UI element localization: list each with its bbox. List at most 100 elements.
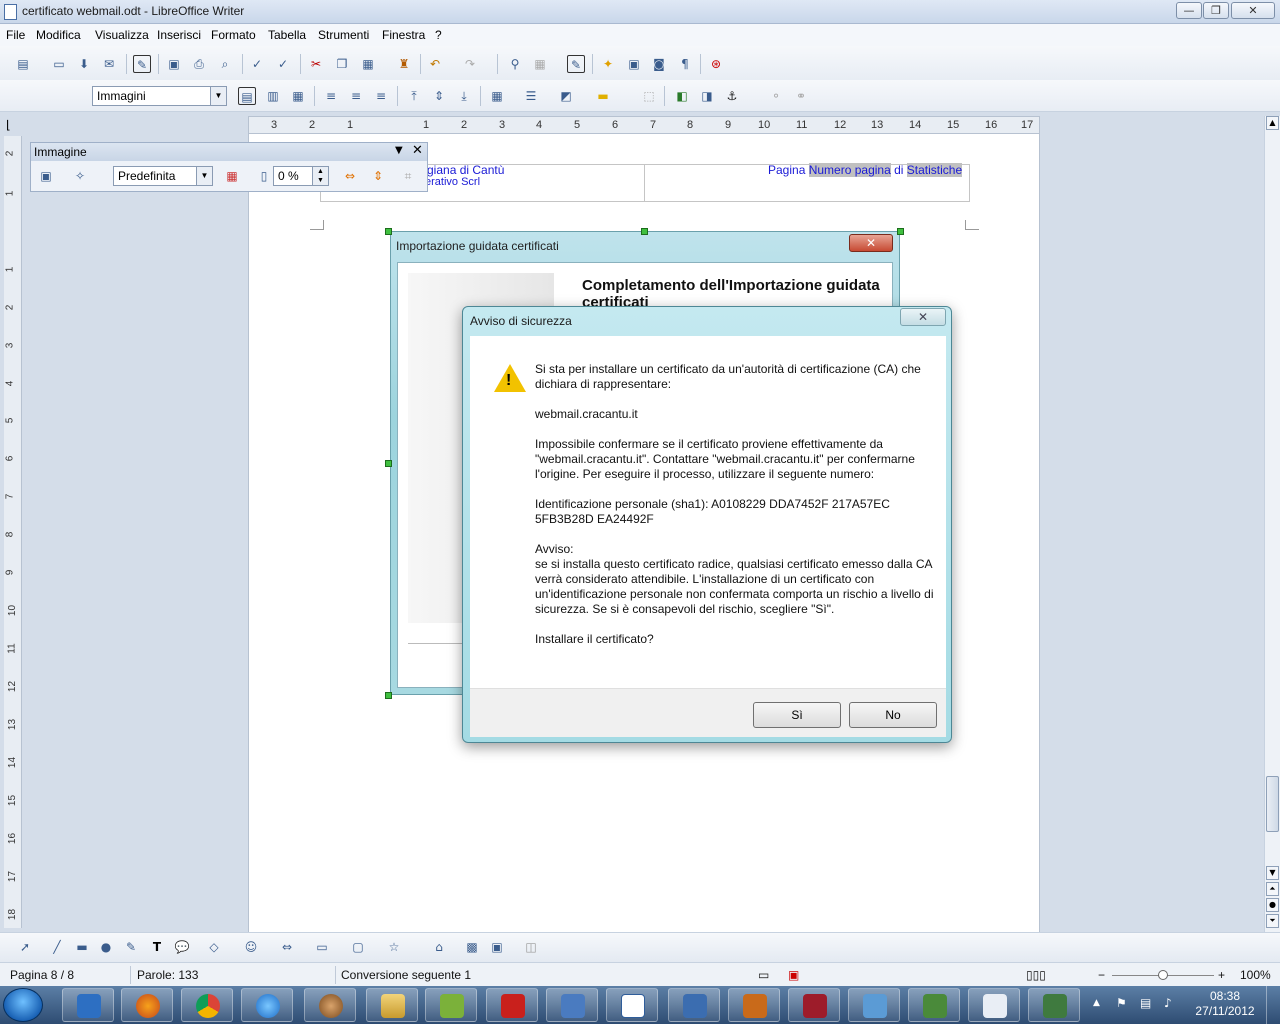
freeform-icon[interactable]: ✎ (122, 938, 140, 956)
points-icon[interactable]: ⌂ (430, 938, 448, 956)
link-frames-icon[interactable]: ⚬ (767, 87, 785, 105)
chevron-down-icon[interactable]: ▼ (210, 87, 226, 105)
gallery-icon[interactable]: ▣ (625, 55, 643, 73)
volume-icon[interactable]: ♪ (1164, 996, 1172, 1010)
autospellcheck-icon[interactable]: ✓ (274, 55, 292, 73)
align-right-icon[interactable]: ≡ (372, 87, 390, 105)
menu-tabella[interactable]: Tabella (268, 28, 306, 42)
flip-vertical-icon[interactable]: ⇕ (369, 167, 387, 185)
align-left-icon[interactable]: ≡ (322, 87, 340, 105)
menu-modifica[interactable]: Modifica (36, 28, 81, 42)
selection-handle[interactable] (385, 692, 392, 699)
taskbar-acrobat[interactable] (486, 988, 538, 1022)
copy-icon[interactable]: ❐ (333, 55, 351, 73)
page-style[interactable]: Conversione seguente 1 (341, 968, 471, 982)
spin-icon[interactable]: ▲ ▼ (312, 167, 328, 185)
start-button[interactable] (3, 988, 43, 1022)
vertical-ruler[interactable]: 2 1 1 2 3 4 5 6 7 8 9 10 11 12 13 14 15 … (4, 136, 22, 928)
document-modified-icon[interactable]: ▣ (788, 968, 799, 982)
export-pdf-icon[interactable]: ▣ (165, 55, 183, 73)
show-draw-functions-icon[interactable]: ✎ (567, 55, 585, 73)
rectangle-icon[interactable]: ▬ (73, 938, 91, 956)
taskbar-explorer[interactable] (366, 988, 418, 1022)
taskbar-remote[interactable] (668, 988, 720, 1022)
color-adjust-icon[interactable]: ▦ (223, 167, 241, 185)
previous-page-icon[interactable]: ⏶ (1266, 882, 1279, 896)
email-icon[interactable]: ✉ (100, 55, 118, 73)
formatting-marks-icon[interactable]: ¶ (676, 55, 694, 73)
transparency-field[interactable]: 0 % ▲ ▼ (273, 166, 329, 186)
print-preview-icon[interactable]: ⌕ (216, 55, 234, 73)
wrap-off-icon[interactable]: ▤ (238, 87, 256, 105)
menu-help[interactable]: ? (435, 28, 442, 42)
taskbar-antivirus[interactable] (788, 988, 840, 1022)
action-center-icon[interactable]: ⚑ (1116, 996, 1127, 1010)
table-icon[interactable]: ▦ (531, 55, 549, 73)
undo-icon[interactable]: ↶ (426, 55, 444, 73)
minimize-button[interactable]: — (1176, 2, 1202, 19)
next-page-icon[interactable]: ⏷ (1266, 914, 1279, 928)
print-icon[interactable]: ⎙ (190, 55, 208, 73)
menu-strumenti[interactable]: Strumenti (318, 28, 369, 42)
stars-icon[interactable]: ☆ (385, 938, 403, 956)
taskbar-network[interactable] (546, 988, 598, 1022)
crop-icon[interactable]: ⌗ (399, 167, 417, 185)
menu-inserisci[interactable]: Inserisci (157, 28, 201, 42)
callouts-icon[interactable]: ▢ (349, 938, 367, 956)
basic-shapes-icon[interactable]: ◇ (205, 938, 223, 956)
scroll-thumb[interactable] (1266, 776, 1279, 832)
zoom-out-icon[interactable]: − (1098, 968, 1105, 982)
frame-properties-icon[interactable]: ⬚ (640, 87, 658, 105)
filter-wand-icon[interactable]: ✧ (71, 167, 89, 185)
wrap-page-icon[interactable]: ▥ (264, 87, 282, 105)
border-style-icon[interactable]: ☰ (522, 87, 540, 105)
selection-handle[interactable] (385, 460, 392, 467)
zoom-level[interactable]: 100% (1240, 968, 1271, 982)
ellipse-icon[interactable]: ● (97, 938, 115, 956)
help-lifebuoy-icon[interactable]: ⊛ (707, 55, 725, 73)
taskbar-vmware[interactable] (425, 988, 477, 1022)
horizontal-ruler[interactable]: 3 2 1 1 2 3 4 5 6 7 8 9 10 11 12 13 14 1… (248, 116, 1040, 134)
taskbar-outlook[interactable] (62, 988, 114, 1022)
image-toolbar-header[interactable]: Immagine ▼ ✕ (31, 143, 427, 161)
taskbar-app4[interactable] (1028, 988, 1080, 1022)
align-center-icon[interactable]: ≡ (347, 87, 365, 105)
selection-handle[interactable] (897, 228, 904, 235)
scroll-down-icon[interactable]: ▼ (1266, 866, 1279, 880)
bring-to-front-icon[interactable]: ◧ (673, 87, 691, 105)
clock[interactable]: 08:38 27/11/2012 (1190, 989, 1260, 1019)
page-indicator[interactable]: Pagina 8 / 8 (10, 968, 74, 982)
new-document-icon[interactable]: ▤ (14, 55, 32, 73)
taskbar-writer[interactable] (606, 988, 658, 1022)
taskbar-firefox[interactable] (121, 988, 173, 1022)
navigation-icon[interactable]: ● (1266, 898, 1279, 912)
spellcheck-icon[interactable]: ✓ (248, 55, 266, 73)
tab-stop-icon[interactable]: ⌊ (6, 118, 11, 132)
show-desktop-button[interactable] (1266, 986, 1280, 1024)
flowchart-icon[interactable]: ▭ (313, 938, 331, 956)
unlink-frames-icon[interactable]: ⚭ (792, 87, 810, 105)
zoom-slider-handle[interactable] (1158, 970, 1168, 980)
format-paintbrush-icon[interactable]: ♜ (395, 55, 413, 73)
selection-handle[interactable] (385, 228, 392, 235)
borders-icon[interactable]: ▦ (488, 87, 506, 105)
cut-icon[interactable]: ✂ (307, 55, 325, 73)
close-button[interactable]: ✕ (1231, 2, 1275, 19)
paste-icon[interactable]: ▦ (359, 55, 377, 73)
close-icon[interactable]: ✕ (412, 143, 423, 158)
symbol-shapes-icon[interactable]: ☺ (242, 938, 260, 956)
zoom-in-icon[interactable]: + (1218, 968, 1225, 982)
taskbar-notepad[interactable] (968, 988, 1020, 1022)
view-layout-icon[interactable]: ▯▯▯ (1026, 968, 1046, 982)
fontwork-icon[interactable]: ▩ (463, 938, 481, 956)
scroll-up-icon[interactable]: ▲ (1266, 116, 1279, 130)
chevron-down-icon[interactable]: ▼ (196, 167, 212, 185)
navigator-icon[interactable]: ✦ (599, 55, 617, 73)
flip-horizontal-icon[interactable]: ⇔ (341, 167, 359, 185)
block-arrows-icon[interactable]: ⇔ (278, 938, 296, 956)
taskbar-chrome[interactable] (181, 988, 233, 1022)
wrap-through-icon[interactable]: ▦ (289, 87, 307, 105)
align-top-icon[interactable]: ⤒ (405, 87, 423, 105)
chevron-down-icon[interactable]: ▼ (395, 145, 403, 156)
image-mode-icon[interactable]: ▣ (37, 167, 55, 185)
